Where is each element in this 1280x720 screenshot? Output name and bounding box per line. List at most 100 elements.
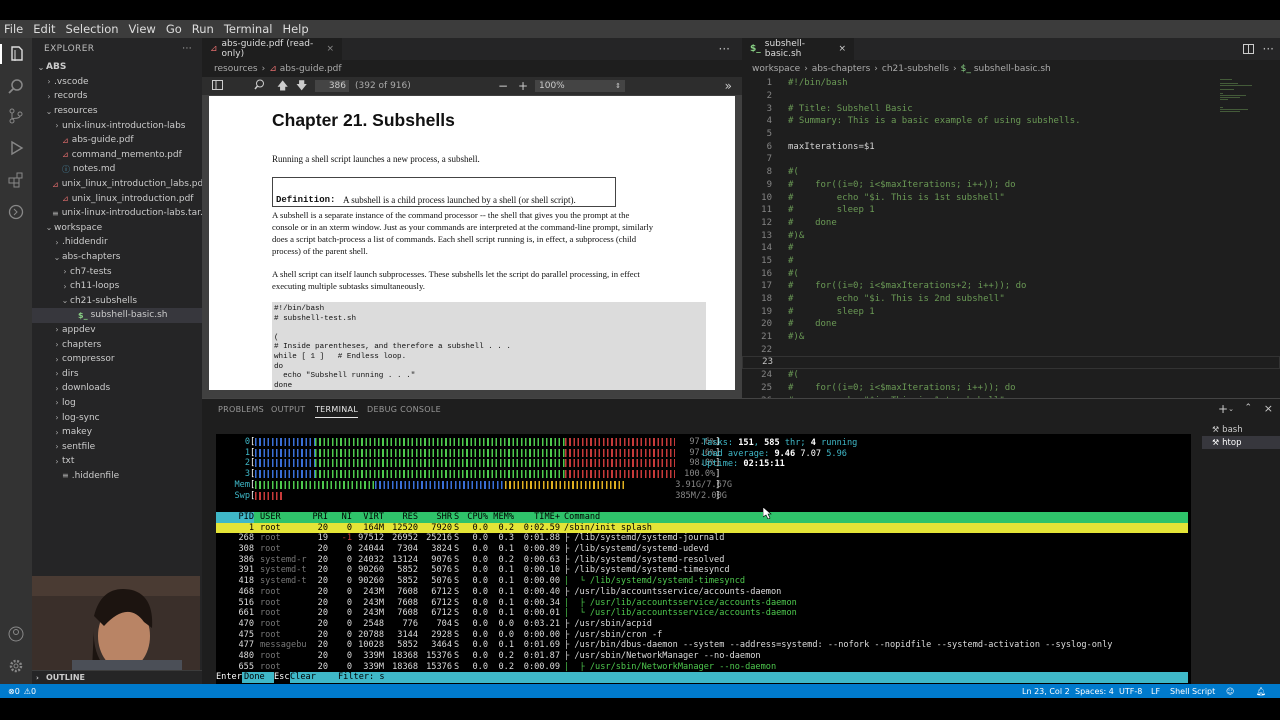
tree-item[interactable]: $_ subshell-basic.sh — [32, 308, 202, 323]
source-control-icon[interactable] — [6, 106, 26, 126]
warnings-count[interactable]: 0 — [31, 687, 36, 696]
errors-icon[interactable]: ⊗ — [8, 687, 15, 696]
split-editor-icon[interactable] — [1243, 43, 1254, 57]
column-header[interactable]: SHR — [420, 512, 452, 523]
tree-item[interactable]: ⌄ abs-chapters — [32, 250, 202, 265]
tree-item[interactable]: ⌄ workspace — [32, 221, 202, 236]
code-line[interactable]: 9 # for((i=0; i<$maxIterations; i++)); do — [742, 179, 1280, 192]
find-icon[interactable] — [254, 79, 265, 93]
column-header[interactable]: S — [454, 512, 462, 523]
process-row[interactable]: 516 root 20 0 243M 7608 6712 S 0.0 0.1 0:00.34 │ ├ … — [216, 598, 1188, 609]
tree-item[interactable]: › log — [32, 396, 202, 411]
tree-item[interactable]: ≡ unix-linux-introduction-labs.tar.xz — [32, 206, 213, 221]
more-actions-icon[interactable]: ··· — [719, 42, 730, 56]
menu-terminal[interactable]: Terminal — [224, 22, 273, 36]
zoom-in-icon[interactable]: + — [518, 79, 528, 93]
tab-output[interactable]: OUTPUT — [271, 405, 305, 414]
process-row[interactable]: 1 root 20 0 164M 12520 7920 S 0.0 0.2 0:02.59/sbin… — [216, 522, 1188, 534]
menu-selection[interactable]: Selection — [66, 22, 119, 36]
zoom-out-icon[interactable]: − — [498, 79, 508, 93]
column-header[interactable]: CPU% — [462, 512, 488, 523]
column-header[interactable]: MEM% — [488, 512, 514, 523]
more-tools-icon[interactable]: » — [725, 79, 732, 93]
code-line[interactable]: 15 # — [742, 255, 1280, 268]
process-row[interactable]: 655 root 20 0 339M 18368 15376 S 0.0 0.2 0:00.09 │ … — [216, 662, 1188, 673]
tree-item[interactable]: ⊿ command_memento.pdf — [32, 148, 202, 163]
tree-item[interactable]: › ch11-loops — [32, 279, 202, 294]
tree-item[interactable]: › chapters — [32, 337, 202, 352]
breadcrumb-item[interactable]: workspace — [752, 64, 800, 74]
previous-page-icon[interactable]: 🡅 — [277, 77, 288, 96]
line-ending[interactable]: LF — [1151, 687, 1160, 696]
footer-key[interactable]: Enter — [216, 672, 242, 683]
menu-run[interactable]: Run — [192, 22, 214, 36]
tree-item[interactable]: › records — [32, 89, 202, 104]
code-line[interactable]: 24 #( — [742, 369, 1280, 382]
tree-item[interactable]: › makey — [32, 425, 202, 440]
breadcrumb-item[interactable]: abs-guide.pdf — [280, 64, 342, 74]
code-line[interactable]: 17 # for((i=0; i<$maxIterations+2; i++));… — [742, 280, 1280, 293]
code-line[interactable]: 21 #)& — [742, 331, 1280, 344]
code-editor[interactable]: 1 #!/bin/bash 2 3 # Title: Subshell Basic 4 # … — [742, 77, 1280, 398]
breadcrumb-item[interactable]: abs-chapters — [812, 64, 871, 74]
terminal-item-bash[interactable]: ⚒ bash — [1202, 423, 1280, 436]
settings-gear-icon[interactable] — [6, 656, 26, 676]
cursor-position[interactable]: Ln 23, Col 2 — [1022, 687, 1070, 696]
tree-item[interactable]: ≡ .hiddenfile — [32, 469, 202, 484]
page-number-input[interactable]: 386 — [315, 80, 349, 92]
tree-item[interactable]: ⓘ notes.md — [32, 162, 202, 177]
process-row[interactable]: 391 systemd-t 20 0 90260 5852 5076 S 0.0 0.1 0:00.… — [216, 565, 1188, 576]
new-terminal-icon[interactable]: + — [1218, 402, 1228, 416]
tree-item[interactable]: › .vscode — [32, 75, 202, 90]
menu-view[interactable]: View — [129, 22, 156, 36]
tab-problems[interactable]: PROBLEMS — [218, 405, 264, 414]
tab-terminal[interactable]: TERMINAL — [315, 405, 359, 418]
column-header[interactable]: PRI — [312, 512, 328, 523]
tree-item[interactable]: › unix-linux-introduction-labs — [32, 118, 202, 133]
column-header[interactable]: RES — [386, 512, 418, 523]
zoom-select[interactable]: 100% ⇕ — [535, 80, 625, 92]
close-icon[interactable]: × — [838, 44, 846, 54]
process-row[interactable]: 477 messagebu 20 0 10028 5852 3464 S 0.0 0.1 0:01.… — [216, 640, 1188, 651]
account-icon[interactable] — [6, 624, 26, 644]
footer-done[interactable]: Done — [244, 672, 265, 683]
process-row[interactable]: 386 systemd-r 20 0 24032 13124 9076 S 0.0 0.2 0:00… — [216, 555, 1188, 566]
explorer-icon[interactable] — [0, 44, 32, 64]
code-line[interactable]: 4 # Summary: This is a basic example of u… — [742, 115, 1280, 128]
code-line[interactable]: 18 # echo "$i. This is 2nd subshell" — [742, 293, 1280, 306]
breadcrumb-item[interactable]: ch21-subshells — [882, 64, 949, 74]
process-row[interactable]: 268 root 19 -1 97512 26952 25216 S 0.0 0.3 0:01.88… — [216, 533, 1188, 544]
more-actions-icon[interactable]: ··· — [1263, 42, 1274, 56]
close-panel-icon[interactable]: × — [1264, 402, 1273, 415]
code-line[interactable]: 16 #( — [742, 267, 1280, 280]
tree-item[interactable]: › log-sync — [32, 410, 202, 425]
menu-go[interactable]: Go — [166, 22, 182, 36]
process-row[interactable]: 470 root 20 0 2548 776 704 S 0.0 0.0 0:03.21 ├ /usr… — [216, 619, 1188, 630]
column-header[interactable]: NI — [332, 512, 352, 523]
process-row[interactable]: 468 root 20 0 243M 7608 6712 S 0.0 0.1 0:00.40 ├ /u… — [216, 587, 1188, 598]
next-page-icon[interactable]: 🡇 — [296, 77, 307, 96]
tab-debug-console[interactable]: DEBUG CONSOLE — [367, 405, 441, 414]
indentation[interactable]: Spaces: 4 — [1075, 687, 1114, 696]
process-row[interactable]: 418 systemd-t 20 0 90260 5852 5076 S 0.0 0.1 0:00.… — [216, 576, 1188, 587]
more-actions-icon[interactable]: ··· — [182, 44, 192, 54]
code-line[interactable]: 3 # Title: Subshell Basic — [742, 102, 1280, 115]
tree-item[interactable]: › dirs — [32, 366, 202, 381]
remote-explorer-icon[interactable] — [6, 202, 26, 222]
code-line[interactable]: 22 — [742, 343, 1280, 356]
chevron-down-icon[interactable]: ⌄ — [1228, 405, 1234, 413]
column-header[interactable]: Command — [564, 512, 1164, 523]
maximize-panel-icon[interactable]: ⌃ — [1244, 403, 1252, 413]
minimap[interactable] — [1218, 77, 1270, 127]
tree-item[interactable]: › ch7-tests — [32, 264, 202, 279]
code-line[interactable]: 12 # done — [742, 217, 1280, 230]
process-row[interactable]: 475 root 20 0 20788 3144 2928 S 0.0 0.0 0:00.00 ├ /… — [216, 630, 1188, 641]
tree-item[interactable]: › .hiddendir — [32, 235, 202, 250]
terminal-item-htop[interactable]: ⚒ htop — [1202, 436, 1280, 449]
tree-item[interactable]: › compressor — [32, 352, 202, 367]
code-line[interactable]: 19 # sleep 1 — [742, 305, 1280, 318]
filter-input[interactable]: Filter: s — [338, 672, 385, 683]
code-line[interactable]: 6 maxIterations=$1 — [742, 140, 1280, 153]
menu-help[interactable]: Help — [282, 22, 308, 36]
footer-key[interactable]: Esc — [274, 672, 290, 683]
